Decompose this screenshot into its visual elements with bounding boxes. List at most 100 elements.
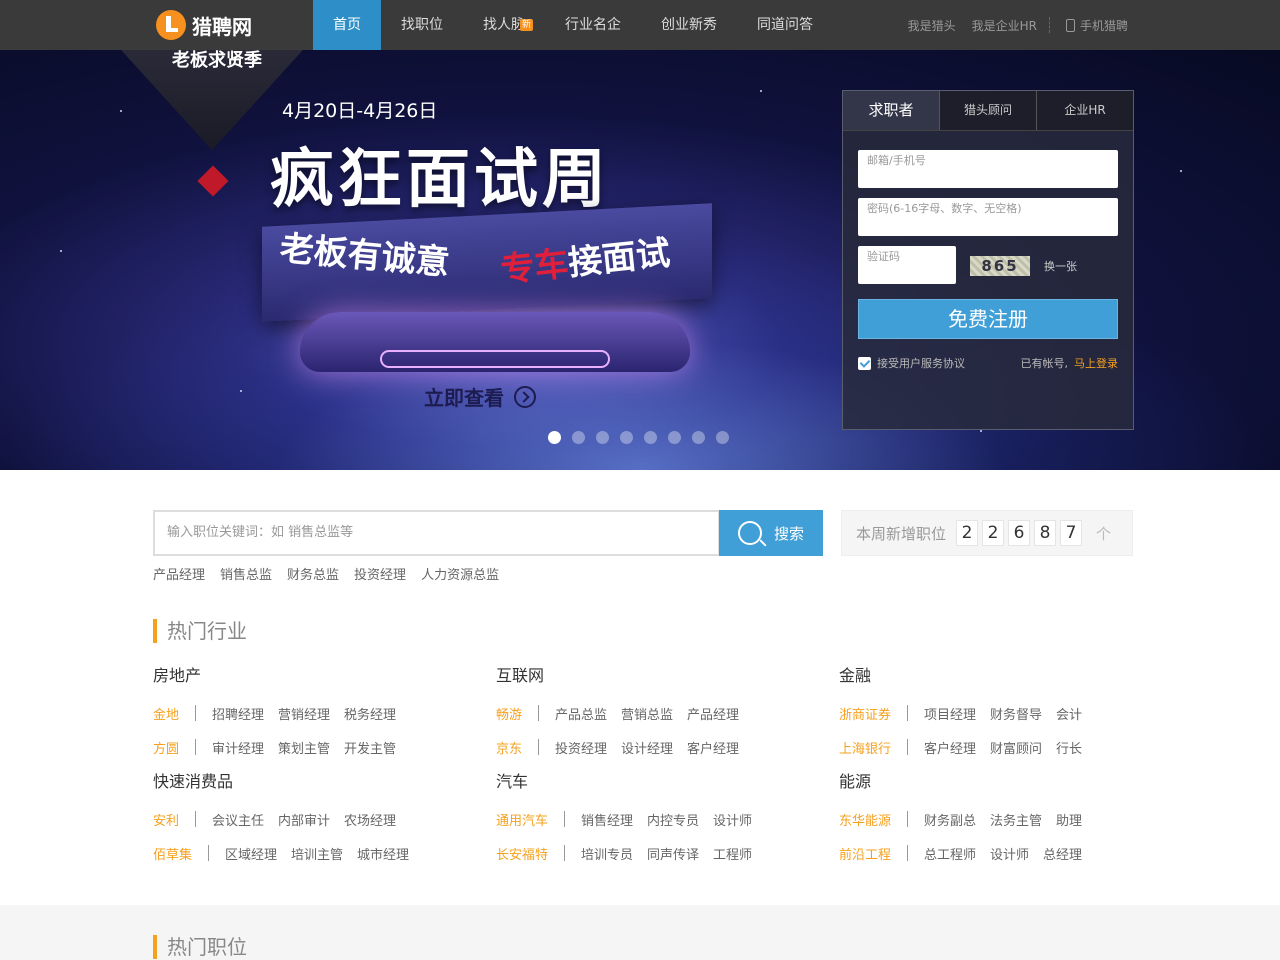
carousel-dot[interactable]	[572, 431, 585, 444]
carousel-dot[interactable]	[548, 431, 561, 444]
company-link[interactable]: 东华能源	[839, 810, 891, 829]
industry-name[interactable]: 快速消费品	[153, 768, 493, 792]
agree-checkbox[interactable]	[858, 356, 871, 370]
carousel-dot[interactable]	[668, 431, 681, 444]
row-divider	[208, 845, 210, 861]
job-link[interactable]: 开发主管	[344, 738, 396, 757]
hot-keyword[interactable]: 财务总监	[287, 564, 339, 583]
nav-find-contacts[interactable]: 找人脉 新	[463, 0, 545, 50]
top-links: 我是猎头 我是企业HR 手机猎聘	[892, 0, 1128, 50]
nav-industry-companies[interactable]: 行业名企	[545, 0, 641, 50]
industry-row: 畅游 产品总监 营销总监 产品经理	[496, 696, 836, 730]
hot-keyword[interactable]: 产品经理	[153, 564, 205, 583]
hot-keyword[interactable]: 人力资源总监	[421, 564, 499, 583]
company-link[interactable]: 安利	[153, 810, 179, 829]
site-logo[interactable]: 猎聘网	[156, 9, 252, 41]
tab-hr[interactable]: 企业HR	[1036, 91, 1133, 130]
job-link[interactable]: 法务主管	[990, 810, 1042, 829]
company-link[interactable]: 方圆	[153, 738, 179, 757]
job-link[interactable]: 培训主管	[291, 844, 343, 863]
nav-home[interactable]: 首页	[313, 0, 381, 50]
weekly-jobs-counter: 本周新增职位 2 2 6 8 7 个	[841, 510, 1133, 556]
carousel-dot[interactable]	[596, 431, 609, 444]
job-link[interactable]: 培训专员	[581, 844, 633, 863]
job-link[interactable]: 城市经理	[357, 844, 409, 863]
banner-cta[interactable]: 立即查看	[424, 382, 536, 411]
company-link[interactable]: 上海银行	[839, 738, 891, 757]
job-link[interactable]: 产品总监	[555, 704, 607, 723]
industry-name[interactable]: 汽车	[496, 768, 836, 792]
job-link[interactable]: 策划主管	[278, 738, 330, 757]
company-link[interactable]: 金地	[153, 704, 179, 723]
link-headhunter[interactable]: 我是猎头	[908, 17, 956, 34]
carousel-dot[interactable]	[716, 431, 729, 444]
link-mobile[interactable]: 手机猎聘	[1065, 17, 1128, 34]
carousel-dot[interactable]	[692, 431, 705, 444]
company-link[interactable]: 佰草集	[153, 844, 192, 863]
industry-name[interactable]: 互联网	[496, 662, 836, 686]
nav-startups[interactable]: 创业新秀	[641, 0, 737, 50]
hot-keyword[interactable]: 销售总监	[220, 564, 272, 583]
job-link[interactable]: 招聘经理	[212, 704, 264, 723]
captcha-image[interactable]: 865	[970, 256, 1030, 276]
job-link[interactable]: 项目经理	[924, 704, 976, 723]
job-link[interactable]: 产品经理	[687, 704, 739, 723]
job-link[interactable]: 会议主任	[212, 810, 264, 829]
nav-find-jobs[interactable]: 找职位	[381, 0, 463, 50]
job-link[interactable]: 设计经理	[621, 738, 673, 757]
tab-headhunter[interactable]: 猎头顾问	[939, 91, 1036, 130]
agree-terms[interactable]: 接受用户服务协议	[858, 355, 965, 371]
job-link[interactable]: 同声传译	[647, 844, 699, 863]
job-link[interactable]: 会计	[1056, 704, 1082, 723]
search-button[interactable]: 搜索	[719, 510, 823, 556]
industry-name[interactable]: 能源	[839, 768, 1179, 792]
arrow-right-icon	[514, 385, 536, 408]
job-link[interactable]: 设计师	[990, 844, 1029, 863]
nav-qa[interactable]: 同道问答	[737, 0, 833, 50]
login-link[interactable]: 马上登录	[1074, 357, 1118, 370]
job-link[interactable]: 内控专员	[647, 810, 699, 829]
company-link[interactable]: 浙商证券	[839, 704, 891, 723]
job-link[interactable]: 销售经理	[581, 810, 633, 829]
job-link[interactable]: 营销经理	[278, 704, 330, 723]
search-input[interactable]: 输入职位关键词：如 销售总监等	[153, 510, 720, 556]
register-button[interactable]: 免费注册	[858, 299, 1118, 339]
job-link[interactable]: 农场经理	[344, 810, 396, 829]
row-divider	[564, 811, 566, 827]
job-link[interactable]: 内部审计	[278, 810, 330, 829]
hero-banner[interactable]: 老板求贤季 4月20日-4月26日 疯狂面试周 老板有诚意 专车接面试 立即查看…	[0, 50, 1280, 470]
job-link[interactable]: 客户经理	[924, 738, 976, 757]
job-link[interactable]: 行长	[1056, 738, 1082, 757]
tab-jobseeker[interactable]: 求职者	[843, 91, 939, 130]
company-link[interactable]: 前沿工程	[839, 844, 891, 863]
carousel-dot[interactable]	[620, 431, 633, 444]
industry-name[interactable]: 金融	[839, 662, 1179, 686]
job-link[interactable]: 营销总监	[621, 704, 673, 723]
job-link[interactable]: 财富顾问	[990, 738, 1042, 757]
hot-keyword[interactable]: 投资经理	[354, 564, 406, 583]
job-link[interactable]: 财务督导	[990, 704, 1042, 723]
industry-name[interactable]: 房地产	[153, 662, 493, 686]
password-field[interactable]: 密码(6-16字母、数字、无空格)	[858, 198, 1118, 236]
industry-group: 汽车通用汽车 销售经理 内控专员 设计师长安福特 培训专员 同声传译 工程师	[496, 768, 836, 870]
job-link[interactable]: 客户经理	[687, 738, 739, 757]
company-link[interactable]: 长安福特	[496, 844, 548, 863]
job-link[interactable]: 工程师	[713, 844, 752, 863]
job-link[interactable]: 税务经理	[344, 704, 396, 723]
link-hr[interactable]: 我是企业HR	[972, 17, 1037, 34]
company-link[interactable]: 通用汽车	[496, 810, 548, 829]
job-link[interactable]: 总工程师	[924, 844, 976, 863]
job-link[interactable]: 区域经理	[225, 844, 277, 863]
refresh-captcha-link[interactable]: 换一张	[1044, 258, 1077, 274]
job-link[interactable]: 总经理	[1043, 844, 1082, 863]
email-field[interactable]: 邮箱/手机号	[858, 150, 1118, 188]
job-link[interactable]: 投资经理	[555, 738, 607, 757]
job-link[interactable]: 审计经理	[212, 738, 264, 757]
job-link[interactable]: 设计师	[713, 810, 752, 829]
company-link[interactable]: 畅游	[496, 704, 522, 723]
job-link[interactable]: 助理	[1056, 810, 1082, 829]
carousel-dot[interactable]	[644, 431, 657, 444]
captcha-field[interactable]: 验证码	[858, 246, 956, 284]
company-link[interactable]: 京东	[496, 738, 522, 757]
job-link[interactable]: 财务副总	[924, 810, 976, 829]
